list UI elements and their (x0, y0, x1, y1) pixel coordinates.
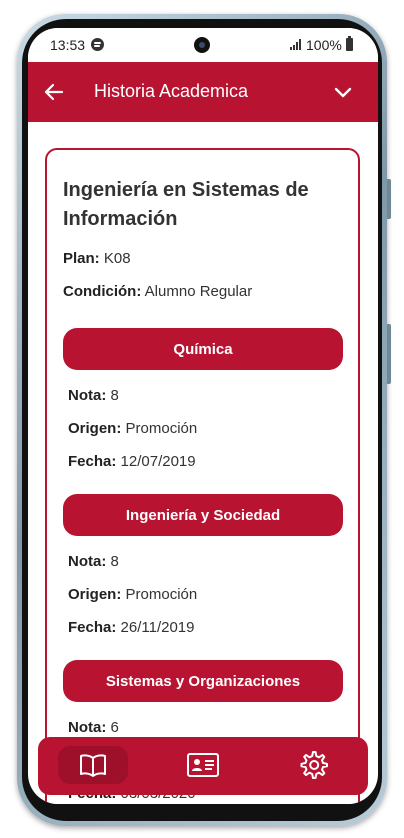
condition-value: Alumno Regular (144, 283, 253, 300)
content-scroll[interactable]: Ingeniería en Sistemas de Información Pl… (28, 122, 378, 804)
fecha-label: Fecha: (68, 453, 117, 470)
nota-value: 8 (110, 387, 119, 404)
nav-item-profile[interactable] (168, 746, 238, 784)
origen-label: Origen: (68, 420, 122, 437)
nota-value: 6 (110, 719, 119, 736)
side-button (387, 179, 391, 219)
nav-item-history[interactable] (58, 746, 128, 784)
status-time: 13:53 (50, 37, 86, 53)
arrow-left-icon (44, 83, 64, 101)
condition-label: Condición: (63, 283, 142, 300)
gear-icon (300, 751, 328, 779)
page-title: Historia Academica (94, 81, 249, 101)
nota-label: Nota: (68, 387, 107, 404)
nota-row: Nota: 8 (68, 553, 119, 570)
origen-value: Promoción (125, 586, 198, 603)
bottom-nav (38, 737, 368, 795)
chevron-down-icon (334, 87, 352, 98)
plan-label: Plan: (63, 250, 100, 267)
fecha-label: Fecha: (68, 619, 117, 636)
subject-button[interactable]: Química (63, 328, 343, 370)
nota-label: Nota: (68, 719, 107, 736)
career-title: Ingeniería en Sistemas de Información (63, 179, 309, 230)
expand-menu-button[interactable] (331, 80, 355, 104)
subject-button[interactable]: Ingeniería y Sociedad (63, 494, 343, 536)
fecha-value: 12/07/2019 (120, 453, 196, 470)
back-button[interactable] (42, 80, 66, 104)
nav-item-settings[interactable] (278, 746, 348, 784)
plan-row: Plan: K08 (63, 250, 131, 267)
nota-row: Nota: 6 (68, 719, 119, 736)
fecha-value: 26/11/2019 (120, 619, 195, 636)
phone-screen: 13:53 100% Historia Academica Ingeniería… (28, 28, 378, 804)
origen-row: Origen: Promoción (68, 420, 197, 437)
status-bar: 13:53 100% (28, 28, 378, 62)
book-icon (80, 754, 106, 777)
id-card-icon (187, 753, 219, 777)
nota-value: 8 (110, 553, 119, 570)
app-header: Historia Academica (28, 62, 378, 122)
front-camera (194, 37, 210, 53)
origen-row: Origen: Promoción (68, 586, 197, 603)
fecha-row: Fecha: 26/11/2019 (68, 619, 195, 636)
origen-value: Promoción (125, 420, 198, 437)
battery-icon (346, 36, 353, 51)
fecha-row: Fecha: 12/07/2019 (68, 453, 196, 470)
nota-label: Nota: (68, 553, 107, 570)
origen-label: Origen: (68, 586, 122, 603)
nota-row: Nota: 8 (68, 387, 119, 404)
volume-button (387, 324, 391, 384)
battery-percentage: 100% (306, 37, 342, 53)
spotify-icon (91, 38, 104, 51)
subject-button[interactable]: Sistemas y Organizaciones (63, 660, 343, 702)
career-card: Ingeniería en Sistemas de Información Pl… (45, 148, 360, 804)
plan-value: K08 (103, 250, 131, 267)
condition-row: Condición: Alumno Regular (63, 283, 252, 300)
signal-icon (290, 39, 302, 50)
